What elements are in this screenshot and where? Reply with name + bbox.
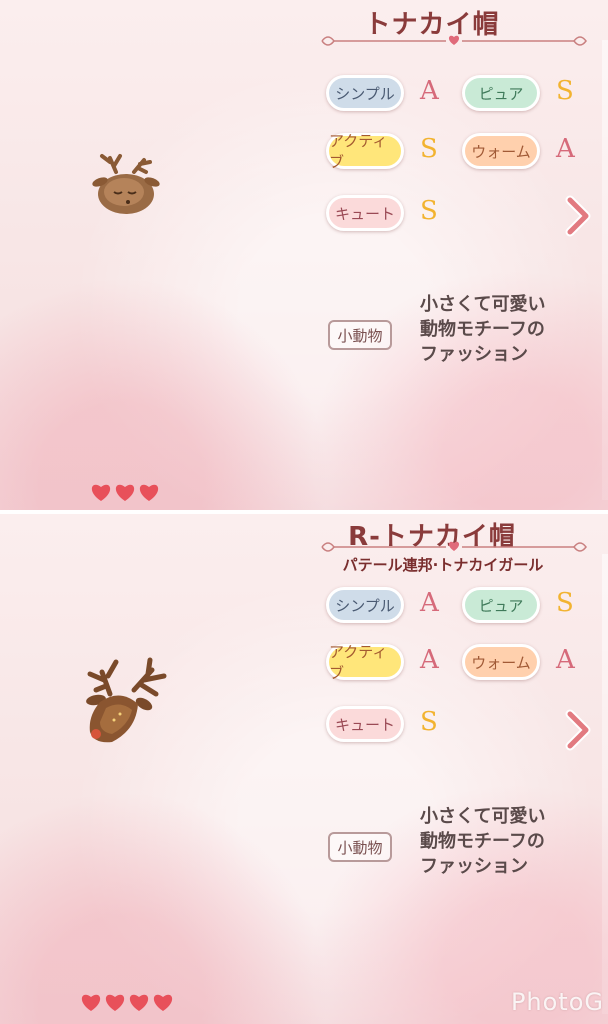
reindeer-hat-icon: [80, 654, 176, 750]
description-line: ファッション: [420, 344, 528, 365]
style-simple-rank: A: [420, 76, 439, 106]
style-warm-badge: ウォーム: [462, 133, 540, 169]
sparkle-decoration: [602, 40, 608, 500]
description-line: 動物モチーフの: [420, 831, 545, 852]
style-simple-badge: シンプル: [326, 587, 404, 623]
title-ornament: [321, 541, 587, 552]
heart-icon: [91, 484, 111, 501]
style-cute-rank: S: [420, 707, 438, 737]
style-simple-badge: シンプル: [326, 75, 404, 111]
item-card-2: R-トナカイ帽 パテール連邦·トナカイガール シンプル A ピュア S アクティ…: [0, 514, 608, 1024]
description-line: 動物モチーフの: [420, 319, 545, 340]
watermark: PhotoG: [510, 988, 604, 1016]
heart-icon: [129, 994, 149, 1011]
style-warm-badge: ウォーム: [462, 644, 540, 680]
style-active-badge: アクティブ: [326, 643, 404, 682]
style-pure-rank: S: [556, 76, 574, 106]
heart-icon: [139, 484, 159, 501]
rarity-hearts: [80, 992, 174, 1012]
item-card-1: トナカイ帽 シンプル A ピュア S アクティブ S ウォーム A キュート S…: [0, 0, 608, 510]
style-pure-badge: ピュア: [462, 75, 540, 111]
heart-icon: [115, 484, 135, 501]
chevron-right-icon[interactable]: [562, 194, 592, 238]
title-ornament: [321, 35, 587, 46]
heart-icon: [153, 994, 173, 1011]
style-warm-rank: A: [556, 134, 575, 164]
item-subtitle: パテール連邦·トナカイガール: [342, 556, 544, 574]
item-description: 小さくて可愛い 動物モチーフの ファッション: [420, 804, 600, 879]
style-cute-badge: キュート: [326, 195, 404, 231]
style-cute-rank: S: [420, 196, 438, 226]
reindeer-hat-icon: [88, 152, 164, 220]
style-cute-badge: キュート: [326, 706, 404, 742]
category-tag: 小動物: [328, 320, 392, 350]
rarity-hearts: [90, 482, 160, 502]
heart-icon: [81, 994, 101, 1011]
description-line: 小さくて可愛い: [420, 806, 546, 827]
style-simple-rank: A: [420, 588, 439, 618]
category-tag: 小動物: [328, 832, 392, 862]
sparkle-decoration: [602, 554, 608, 1014]
style-active-rank: A: [420, 645, 439, 675]
chevron-right-icon[interactable]: [562, 708, 592, 752]
style-pure-rank: S: [556, 588, 574, 618]
description-line: 小さくて可愛い: [420, 294, 546, 315]
description-line: ファッション: [420, 856, 528, 877]
style-active-rank: S: [420, 134, 438, 164]
style-active-badge: アクティブ: [326, 132, 404, 171]
item-description: 小さくて可愛い 動物モチーフの ファッション: [420, 292, 600, 367]
style-pure-badge: ピュア: [462, 587, 540, 623]
heart-icon: [105, 994, 125, 1011]
style-warm-rank: A: [556, 645, 575, 675]
